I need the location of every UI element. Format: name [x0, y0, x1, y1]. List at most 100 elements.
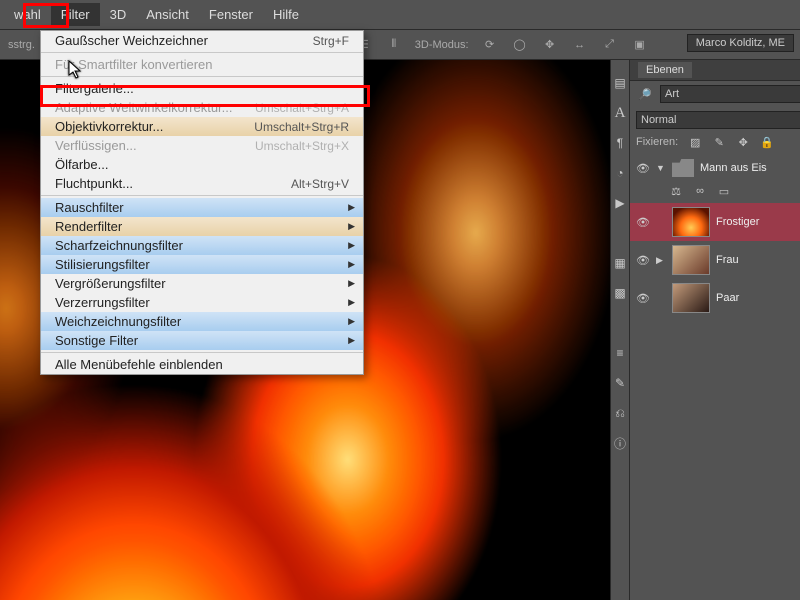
layers-panel-tab[interactable]: Ebenen — [630, 60, 800, 81]
distribute-icon[interactable]: ⫴ — [385, 36, 403, 54]
layer-filter-select[interactable] — [660, 85, 800, 103]
layer-name[interactable]: Frostiger — [716, 216, 759, 228]
visibility-toggle-icon[interactable]: 👁 — [636, 216, 650, 229]
pan-icon[interactable]: ✥ — [541, 36, 559, 54]
layer-frau[interactable]: 👁 ▶ Frau — [630, 241, 800, 279]
user-badge[interactable]: Marco Kolditz, ME — [687, 34, 794, 52]
styles-icon[interactable]: ▩ — [611, 284, 629, 302]
layer-name[interactable]: Mann aus Eis — [700, 162, 767, 174]
disclosure-icon[interactable]: ▶ — [656, 255, 666, 266]
menu-item-filter[interactable]: Filter — [51, 3, 100, 26]
paragraph-icon[interactable]: ¶ — [611, 134, 629, 152]
layer-paar[interactable]: 👁 Paar — [630, 279, 800, 317]
menu-item-renderfilter[interactable]: Renderfilter — [41, 217, 363, 236]
right-panel-area: ▤ A ¶ ◔ ▶ ▦ ▩ ≡ ✎ ⎌ ⓘ Ebenen 🔎 ▧ Normal▾… — [610, 60, 800, 600]
lock-row: Fixieren: ▨ ✎ ✥ 🔒 — [630, 133, 800, 155]
swatches-icon[interactable]: ▦ — [611, 254, 629, 272]
layer-frostiger[interactable]: 👁 Frostiger — [630, 203, 800, 241]
info-icon[interactable]: ⓘ — [611, 434, 629, 452]
menubar: wahl Filter 3D Ansicht Fenster Hilfe — [0, 0, 800, 30]
collapsed-panel-strip: ▤ A ¶ ◔ ▶ ▦ ▩ ≡ ✎ ⎌ ⓘ — [610, 60, 629, 600]
menu-item-rauschfilter[interactable]: Rauschfilter — [41, 198, 363, 217]
menu-item-label: Fluchtpunkt... — [55, 176, 291, 191]
brush-icon[interactable]: ✎ — [611, 374, 629, 392]
slide-icon[interactable]: ↔ — [571, 36, 589, 54]
scale3d-icon[interactable]: ⤢ — [601, 36, 619, 54]
search-icon[interactable]: 🔎 — [636, 85, 654, 103]
layer-mann-aus-eis[interactable]: 👁 ▼ Mann aus Eis — [630, 155, 800, 181]
menu-item-label: Verzerrungsfilter — [55, 295, 349, 310]
adjustments-icon[interactable]: ≡ — [611, 344, 629, 362]
menu-item-ansicht[interactable]: Ansicht — [136, 3, 199, 26]
menu-item-3d[interactable]: 3D — [100, 3, 137, 26]
menu-item-verfl-ssigen: Verflüssigen...Umschalt+Strg+X — [41, 136, 363, 155]
menu-item-shortcut: Strg+F — [313, 34, 349, 48]
lock-all-icon[interactable]: 🔒 — [760, 135, 774, 149]
visibility-toggle-icon[interactable]: 👁 — [636, 162, 650, 175]
layer-thumbnail — [672, 283, 710, 313]
lock-transparency-icon[interactable]: ▨ — [688, 135, 702, 149]
menu-item-sonstige-filter[interactable]: Sonstige Filter — [41, 331, 363, 350]
blend-mode-select[interactable]: Normal▾ — [636, 111, 800, 129]
layer-thumbnail — [672, 245, 710, 275]
menu-item-label: Verflüssigen... — [55, 138, 255, 153]
clock-icon[interactable]: ◔ — [611, 164, 629, 182]
menu-item-shortcut: Umschalt+Strg+X — [255, 139, 349, 153]
menu-item-label: Scharfzeichnungsfilter — [55, 238, 349, 253]
lock-label: Fixieren: — [636, 136, 678, 148]
menu-item-label: Gaußscher Weichzeichner — [55, 33, 313, 48]
menu-item-label: Ölfarbe... — [55, 157, 349, 172]
link-icon[interactable]: ∞ — [692, 183, 708, 199]
mode3d-label: 3D-Modus: — [415, 39, 469, 51]
menu-item-f-r-smartfilter-konvertieren: Für Smartfilter konvertieren — [41, 55, 363, 74]
menu-item-weichzeichnungsfilter[interactable]: Weichzeichnungsfilter — [41, 312, 363, 331]
doc-tab-fragment: sstrg. — [8, 39, 35, 51]
mouse-cursor-icon — [68, 60, 84, 83]
menu-item-fenster[interactable]: Fenster — [199, 3, 263, 26]
menu-item-label: Sonstige Filter — [55, 333, 349, 348]
menu-item-label: Adaptive Weitwinkelkorrektur... — [55, 100, 255, 115]
menu-item-label: Alle Menübefehle einblenden — [55, 357, 349, 372]
menu-item-label: Vergrößerungsfilter — [55, 276, 349, 291]
menu-item-label: Filtergalerie... — [55, 81, 349, 96]
balance-icon[interactable]: ⚖ — [668, 183, 684, 199]
menu-item-verzerrungsfilter[interactable]: Verzerrungsfilter — [41, 293, 363, 312]
camera-icon[interactable]: ▣ — [631, 36, 649, 54]
character-icon[interactable]: A — [611, 104, 629, 122]
menu-item-scharfzeichnungsfilter[interactable]: Scharfzeichnungsfilter — [41, 236, 363, 255]
menu-item-gau-scher-weichzeichner[interactable]: Gaußscher WeichzeichnerStrg+F — [41, 31, 363, 50]
histogram-icon[interactable]: ▤ — [611, 74, 629, 92]
lock-position-icon[interactable]: ✥ — [736, 135, 750, 149]
menu-item-stilisierungsfilter[interactable]: Stilisierungsfilter — [41, 255, 363, 274]
mask-icon[interactable]: ▭ — [716, 183, 732, 199]
menu-item-label: Rauschfilter — [55, 200, 349, 215]
adjustment-icons-row: ⚖ ∞ ▭ — [630, 181, 800, 203]
menu-item-label: Objektivkorrektur... — [55, 119, 254, 134]
sphere-icon[interactable]: ◯ — [511, 36, 529, 54]
menu-item-filtergalerie[interactable]: Filtergalerie... — [41, 79, 363, 98]
layer-name[interactable]: Frau — [716, 254, 739, 266]
menu-item-label: Stilisierungsfilter — [55, 257, 349, 272]
layer-thumbnail — [672, 207, 710, 237]
menu-item-vergr-erungsfilter[interactable]: Vergrößerungsfilter — [41, 274, 363, 293]
menu-item-objektivkorrektur[interactable]: Objektivkorrektur...Umschalt+Strg+R — [41, 117, 363, 136]
clone-icon[interactable]: ⎌ — [611, 404, 629, 422]
menu-item-auswahl[interactable]: wahl — [4, 3, 51, 26]
menu-item-shortcut: Umschalt+Strg+A — [255, 101, 349, 115]
menu-item-shortcut: Alt+Strg+V — [291, 177, 349, 191]
menu-item-label: Renderfilter — [55, 219, 349, 234]
menu-item-lfarbe[interactable]: Ölfarbe... — [41, 155, 363, 174]
orbit-icon[interactable]: ⟳ — [481, 36, 499, 54]
menu-item-label: Für Smartfilter konvertieren — [55, 57, 349, 72]
layers-panel: Ebenen 🔎 ▧ Normal▾ Fixieren: ▨ ✎ ✥ 🔒 👁▼M… — [629, 60, 800, 600]
menu-item-label: Weichzeichnungsfilter — [55, 314, 349, 329]
layer-name[interactable]: Paar — [716, 292, 739, 304]
play-icon[interactable]: ▶ — [611, 194, 629, 212]
menu-item-fluchtpunkt[interactable]: Fluchtpunkt...Alt+Strg+V — [41, 174, 363, 193]
lock-pixels-icon[interactable]: ✎ — [712, 135, 726, 149]
menu-item-hilfe[interactable]: Hilfe — [263, 3, 309, 26]
visibility-toggle-icon[interactable]: 👁 — [636, 292, 650, 305]
menu-item-alle-men-befehle-einblenden[interactable]: Alle Menübefehle einblenden — [41, 355, 363, 374]
disclosure-icon[interactable]: ▼ — [656, 163, 666, 173]
visibility-toggle-icon[interactable]: 👁 — [636, 254, 650, 267]
